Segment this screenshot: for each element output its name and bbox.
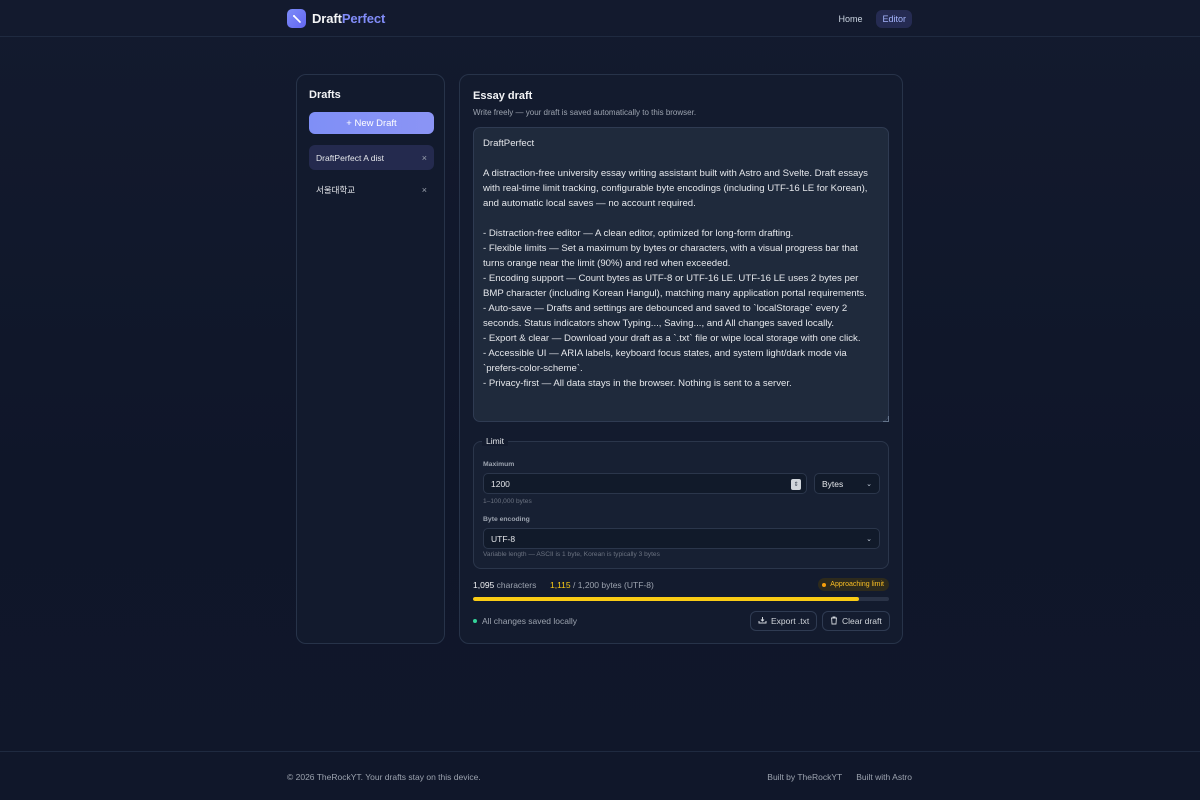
encoding-hint: Variable length — ASCII is 1 byte, Korea… (483, 551, 660, 558)
encoding-label: Byte encoding (483, 516, 530, 523)
draft-item[interactable]: DraftPerfect A dist × (309, 145, 434, 170)
essay-textarea[interactable]: DraftPerfect A distraction-free universi… (473, 127, 889, 422)
trash-icon (830, 616, 838, 627)
brand-name-part2: Perfect (341, 11, 386, 26)
editor-card: Essay draft Write freely — your draft is… (459, 74, 903, 644)
export-button[interactable]: Export .txt (750, 611, 818, 631)
new-draft-button[interactable]: + New Draft (309, 112, 434, 134)
byte-count-rest: / 1,200 bytes (UTF-8) (573, 580, 654, 590)
brand-name-part1: Draft (312, 11, 342, 26)
nav-home[interactable]: Home (832, 10, 868, 28)
unit-value: Bytes (822, 478, 844, 489)
encoding-select[interactable]: UTF-8 ⌄ (483, 528, 880, 549)
count-stats: 1,095 characters 1,115 / 1,200 bytes (UT… (473, 578, 889, 592)
chevron-down-icon: ⌄ (866, 480, 872, 488)
footer-links: Built by TheRockYT Built with Astro (767, 772, 912, 782)
character-count: 1,095 characters (473, 580, 536, 590)
clear-draft-button[interactable]: Clear draft (822, 611, 890, 631)
sidebar-title: Drafts (309, 89, 341, 101)
resize-handle-icon[interactable] (883, 416, 889, 422)
draft-title: DraftPerfect A dist (316, 152, 385, 163)
character-count-value: 1,095 (473, 580, 495, 590)
site-footer: © 2026 TheRockYT. Your drafts stay on th… (0, 751, 1200, 800)
main-nav: Home Editor (832, 10, 912, 28)
status-badge: Approaching limit (818, 578, 889, 591)
maximum-hint: 1–100,000 bytes (483, 498, 532, 505)
pen-icon (287, 9, 306, 28)
close-icon[interactable]: × (422, 185, 427, 195)
warning-dot-icon (822, 582, 827, 587)
save-status: All changes saved locally (473, 616, 577, 626)
footer-built-with-link[interactable]: Built with Astro (856, 772, 912, 782)
progress-fill (473, 597, 860, 601)
byte-count: 1,115 / 1,200 bytes (UTF-8) (550, 580, 654, 590)
nav-editor[interactable]: Editor (876, 10, 912, 28)
drafts-sidebar: Drafts + New Draft DraftPerfect A dist ×… (296, 74, 445, 644)
download-icon (758, 616, 767, 626)
limit-legend: Limit (482, 436, 508, 446)
maximum-value: 1200 (491, 478, 510, 489)
saved-dot-icon (473, 619, 477, 623)
save-status-text: All changes saved locally (482, 616, 577, 626)
number-spinner-icon[interactable]: ⇕ (791, 479, 801, 490)
site-header: DraftPerfect Home Editor (0, 0, 1200, 37)
limit-progress-bar (473, 597, 889, 601)
maximum-label: Maximum (483, 461, 515, 468)
close-icon[interactable]: × (422, 153, 427, 163)
page-title: Essay draft (473, 90, 533, 102)
maximum-input[interactable]: 1200 ⇕ (483, 473, 807, 494)
limit-settings: Limit Maximum 1200 ⇕ Bytes ⌄ 1–100,000 b… (473, 436, 889, 569)
export-label: Export .txt (771, 616, 810, 626)
chevron-down-icon: ⌄ (866, 535, 872, 543)
brand-name: DraftPerfect (312, 11, 385, 26)
footer-copyright: © 2026 TheRockYT. Your drafts stay on th… (287, 772, 481, 782)
byte-count-value: 1,115 (550, 580, 571, 590)
draft-item[interactable]: 서울대학교 × (309, 177, 434, 202)
brand[interactable]: DraftPerfect (287, 9, 385, 28)
unit-select[interactable]: Bytes ⌄ (814, 473, 880, 494)
character-count-label: characters (496, 580, 537, 590)
badge-label: Approaching limit (830, 581, 884, 588)
page-subtitle: Write freely — your draft is saved autom… (473, 108, 697, 117)
clear-label: Clear draft (842, 616, 882, 626)
footer-built-by-link[interactable]: Built by TheRockYT (767, 772, 842, 782)
draft-title: 서울대학교 (316, 184, 356, 195)
encoding-value: UTF-8 (491, 533, 516, 544)
